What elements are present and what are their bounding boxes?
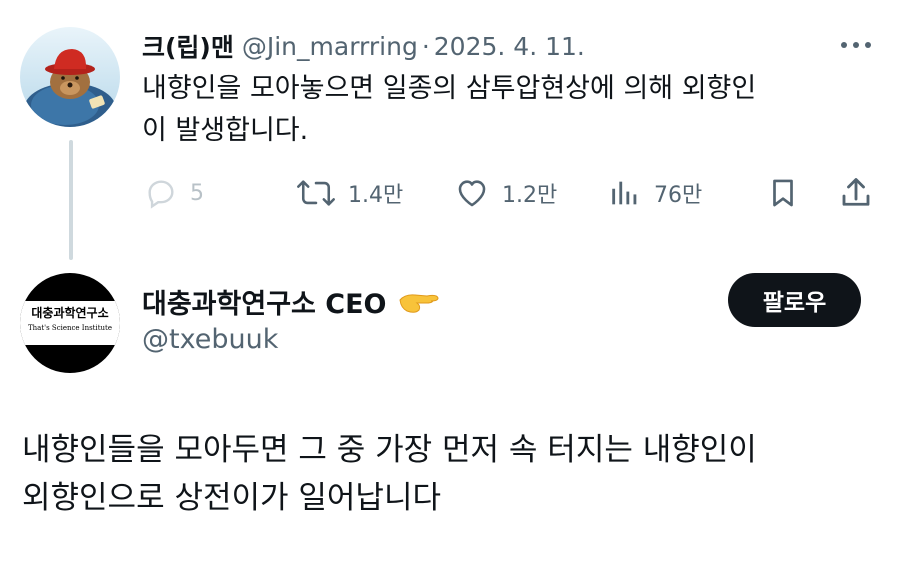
tweet-action-bar: 5 1.4만 1.2만 76만 <box>142 172 882 214</box>
avatar-logo-subtitle: That's Science Institute <box>28 324 112 332</box>
more-options-button[interactable] <box>836 30 876 60</box>
share-icon <box>842 178 870 206</box>
display-name[interactable]: 크(립)맨 <box>142 28 234 64</box>
display-name-row: 대충과학연구소 CEO <box>142 282 441 320</box>
like-button[interactable]: 1.2만 <box>454 172 557 214</box>
share-button[interactable] <box>838 172 874 214</box>
tweet-header: 크(립)맨 @Jin_marrring · 2025. 4. 11. <box>142 28 585 64</box>
like-count: 1.2만 <box>502 183 558 208</box>
views-button[interactable]: 76만 <box>608 172 702 214</box>
more-horizontal-icon <box>841 42 871 48</box>
user-handle[interactable]: @txebuuk <box>142 324 278 355</box>
bookmark-icon <box>773 179 793 207</box>
reply-button[interactable]: 5 <box>144 172 204 214</box>
separator-dot: · <box>421 31 430 61</box>
tweet-text: 내향인을 모아놓으면 일종의 삼투압현상에 의해 외향인 이 발생합니다. <box>142 68 872 152</box>
retweet-count: 1.4만 <box>348 183 404 208</box>
retweet-button[interactable]: 1.4만 <box>296 172 403 214</box>
avatar[interactable] <box>20 27 120 127</box>
user-handle[interactable]: @Jin_marrring <box>242 32 418 61</box>
reply-icon <box>148 180 174 209</box>
tweet-text-line: 내향인들을 모아두면 그 중 가장 먼저 속 터지는 내향인이 <box>22 432 757 468</box>
bear-with-red-hat-avatar-icon <box>20 27 120 127</box>
bookmark-button[interactable] <box>766 172 800 214</box>
thread-connector-line <box>69 140 73 260</box>
pinching-hand-emoji-icon <box>397 286 441 316</box>
display-name[interactable]: 대충과학연구소 CEO <box>142 282 387 321</box>
avatar-logo-title: 대충과학연구소 <box>31 306 109 320</box>
tweet-text-line: 외향인으로 상전이가 일어납니다 <box>22 480 441 516</box>
avatar[interactable]: 대충과학연구소 That's Science Institute <box>20 273 120 373</box>
tweet-text: 내향인들을 모아두면 그 중 가장 먼저 속 터지는 내향인이 외향인으로 상전… <box>22 426 882 522</box>
tweet-text-line: 내향인을 모아놓으면 일종의 삼투압현상에 의해 외향인 <box>142 73 757 104</box>
retweet-icon <box>297 180 335 206</box>
heart-icon <box>458 180 486 207</box>
follow-button[interactable]: 팔로우 <box>728 273 861 327</box>
tweet-text-line: 이 발생합니다. <box>142 115 309 146</box>
view-count: 76만 <box>654 183 703 208</box>
reply-count: 5 <box>190 180 204 206</box>
views-bar-chart-icon <box>612 181 637 205</box>
tweet-date[interactable]: 2025. 4. 11. <box>434 32 585 61</box>
